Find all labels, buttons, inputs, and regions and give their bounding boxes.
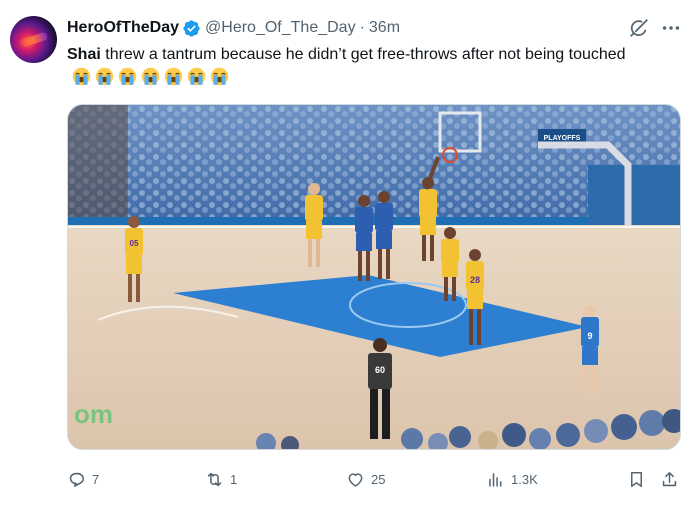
emoji-row bbox=[71, 66, 230, 87]
tweet-text: Shai threw a tantrum because he didn’t g… bbox=[67, 43, 667, 90]
user-handle[interactable]: @Hero_Of_The_Day bbox=[205, 19, 356, 37]
bookmark-icon bbox=[630, 471, 643, 487]
timestamp[interactable]: 36m bbox=[369, 19, 400, 37]
views-chart-icon bbox=[489, 472, 502, 487]
loudly-crying-face-icon bbox=[210, 67, 229, 86]
share-icon bbox=[662, 471, 677, 486]
grok-icon[interactable] bbox=[628, 17, 650, 39]
separator-dot: · bbox=[359, 19, 365, 36]
repost-button[interactable]: 1 bbox=[205, 466, 237, 492]
avatar[interactable] bbox=[10, 16, 57, 63]
avatar-art bbox=[17, 31, 49, 49]
reply-count: 7 bbox=[92, 471, 100, 487]
bookmark-button[interactable] bbox=[627, 466, 646, 492]
repost-count: 1 bbox=[230, 471, 238, 487]
heart-icon bbox=[348, 472, 363, 487]
loudly-crying-face-icon bbox=[72, 67, 91, 86]
video-frame: coinbase PLAYOFFS om 05 bbox=[68, 105, 680, 449]
repost-icon bbox=[207, 472, 222, 486]
tweet-body: threw a tantrum because he didn’t get fr… bbox=[100, 46, 626, 63]
reply-button[interactable]: 7 bbox=[67, 466, 99, 492]
like-count: 25 bbox=[371, 471, 386, 487]
loudly-crying-face-icon bbox=[118, 67, 137, 86]
action-bar: 7 1 25 1.3K bbox=[67, 466, 687, 492]
loudly-crying-face-icon bbox=[95, 67, 114, 86]
views-count: 1.3K bbox=[511, 471, 538, 487]
reply-icon bbox=[69, 472, 84, 487]
like-button[interactable]: 25 bbox=[346, 466, 385, 492]
court-logo: om bbox=[74, 399, 113, 429]
loudly-crying-face-icon bbox=[141, 67, 160, 86]
verified-badge-icon[interactable] bbox=[182, 19, 201, 38]
jersey-05: 05 bbox=[130, 239, 139, 248]
mention-link[interactable]: Shai bbox=[67, 46, 101, 63]
tweet-header: HeroOfTheDay @Hero_Of_The_Day · 36m bbox=[67, 17, 400, 39]
more-options-icon[interactable] bbox=[659, 17, 683, 39]
tweet-card[interactable]: HeroOfTheDay @Hero_Of_The_Day · 36m Shai… bbox=[0, 0, 700, 505]
share-button[interactable] bbox=[660, 466, 679, 492]
loudly-crying-face-icon bbox=[187, 67, 206, 86]
loudly-crying-face-icon bbox=[164, 67, 183, 86]
jersey-60: 60 bbox=[375, 365, 385, 375]
display-name[interactable]: HeroOfTheDay bbox=[67, 19, 179, 37]
jersey-28: 28 bbox=[470, 275, 480, 285]
jersey-9: 9 bbox=[587, 331, 592, 341]
tweet-video[interactable]: coinbase PLAYOFFS om 05 bbox=[67, 104, 681, 450]
playoffs-sign: PLAYOFFS bbox=[544, 135, 581, 142]
views-button[interactable]: 1.3K bbox=[486, 466, 538, 492]
